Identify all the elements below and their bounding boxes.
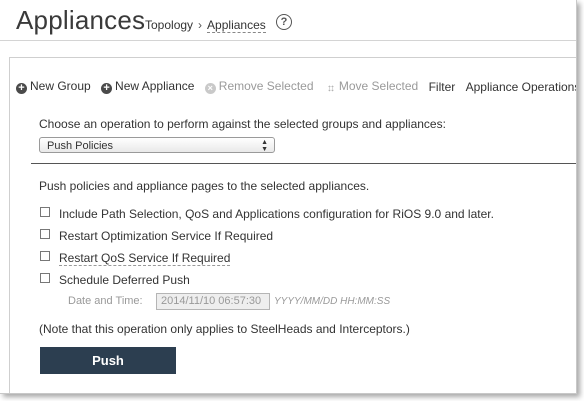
date-time-input[interactable]: 2014/11/10 06:57:30 xyxy=(156,293,270,310)
add-icon: + xyxy=(16,83,27,95)
select-arrows-icon: ▲ ▼ xyxy=(261,139,268,153)
section-divider xyxy=(31,163,576,164)
option-restart-qos: Restart QoS Service If Required xyxy=(40,251,231,266)
restart-optimization-label: Restart Optimization Service If Required xyxy=(59,229,274,243)
new-appliance-label: New Appliance xyxy=(115,79,195,94)
restart-optimization-checkbox[interactable] xyxy=(40,229,50,239)
date-time-format-hint: YYYY/MM/DD HH:MM:SS xyxy=(274,296,391,307)
move-selected-label: Move Selected xyxy=(338,79,419,94)
help-icon[interactable]: ? xyxy=(276,14,292,30)
page-title: Appliances xyxy=(16,5,146,35)
remove-icon: × xyxy=(204,83,216,95)
breadcrumb: Topology › Appliances xyxy=(145,18,266,33)
restart-qos-checkbox[interactable] xyxy=(40,251,50,261)
breadcrumb-appliances[interactable]: Appliances xyxy=(207,18,266,33)
schedule-deferred-push-label: Schedule Deferred Push xyxy=(59,273,190,287)
remove-selected-label: Remove Selected xyxy=(218,79,314,94)
operation-description: Push policies and appliance pages to the… xyxy=(39,179,370,193)
new-group-label: New Group xyxy=(30,79,91,94)
appliance-operations-tab[interactable]: Appliance Operations xyxy=(466,80,576,94)
include-path-selection-checkbox[interactable] xyxy=(40,207,50,217)
operation-select[interactable]: Push Policies ▲ ▼ xyxy=(39,137,275,153)
include-path-selection-label: Include Path Selection, QoS and Applicat… xyxy=(59,207,494,221)
filter-button[interactable]: Filter xyxy=(429,80,456,94)
page-header: Appliances Topology › Appliances ? xyxy=(0,0,576,41)
remove-selected-button[interactable]: × Remove Selected xyxy=(204,79,314,95)
schedule-deferred-push-checkbox[interactable] xyxy=(40,273,50,283)
move-icon: ↕↕ xyxy=(326,83,335,95)
choose-operation-label: Choose an operation to perform against t… xyxy=(39,117,446,131)
option-include-path-selection: Include Path Selection, QoS and Applicat… xyxy=(40,207,494,221)
option-restart-optimization: Restart Optimization Service If Required xyxy=(40,229,273,243)
add-icon: + xyxy=(101,83,113,95)
toolbar: + New Group + New Appliance × Remove Select… xyxy=(16,79,576,95)
window-frame: Appliances Topology › Appliances ? + New Gr… xyxy=(0,0,577,394)
breadcrumb-separator: › xyxy=(198,18,203,32)
new-appliance-button[interactable]: + New Appliance xyxy=(101,79,195,95)
appliances-panel xyxy=(9,57,576,393)
push-button[interactable]: Push xyxy=(40,347,176,374)
new-group-button[interactable]: + New Group xyxy=(16,79,91,95)
operation-select-value: Push Policies xyxy=(47,140,114,152)
date-time-label: Date and Time: xyxy=(68,295,143,307)
operation-note: (Note that this operation only applies t… xyxy=(39,322,410,336)
restart-qos-label: Restart QoS Service If Required xyxy=(59,251,231,266)
move-selected-button[interactable]: ↕↕ Move Selected xyxy=(324,79,418,94)
breadcrumb-topology[interactable]: Topology xyxy=(145,18,193,32)
option-schedule-deferred-push: Schedule Deferred Push xyxy=(40,273,190,287)
